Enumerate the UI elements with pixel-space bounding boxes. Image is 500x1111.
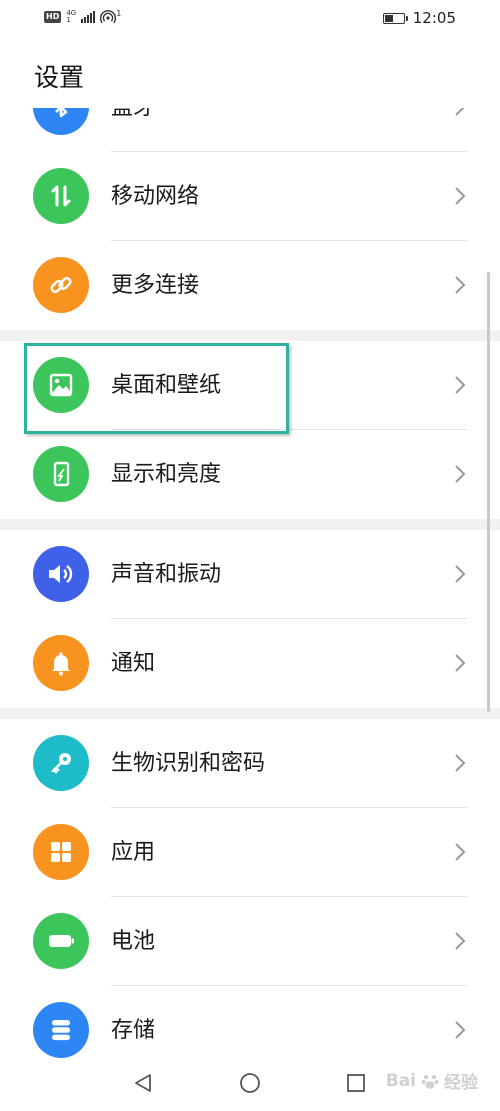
clock: 12:05 — [412, 9, 456, 27]
settings-item-battery[interactable]: 电池 — [0, 897, 500, 986]
group-separator — [0, 330, 500, 341]
bluetooth-icon — [33, 108, 89, 135]
apps-grid-icon — [33, 824, 89, 880]
storage-icon — [33, 1002, 89, 1058]
settings-list-viewport[interactable]: 蓝牙 移动网络 更多连接 桌面和壁纸 — [0, 108, 500, 1060]
network-type: 4G 1 — [66, 10, 76, 24]
speaker-icon — [33, 546, 89, 602]
settings-item-label: 电池 — [111, 929, 156, 954]
settings-item-storage[interactable]: 存储 — [0, 986, 500, 1060]
scrollbar[interactable] — [487, 272, 490, 712]
signal-icon — [81, 11, 96, 23]
settings-item-apps[interactable]: 应用 — [0, 808, 500, 897]
home-icon[interactable] — [239, 1072, 261, 1094]
battery-icon — [33, 913, 89, 969]
hd-badge: HD — [44, 11, 62, 23]
mobile-data-icon — [33, 168, 89, 224]
settings-item-bluetooth[interactable]: 蓝牙 — [0, 108, 500, 152]
group-separator — [0, 519, 500, 530]
page-title: 设置 — [34, 63, 85, 92]
image-icon — [33, 357, 89, 413]
settings-item-more-connections[interactable]: 更多连接 — [0, 241, 500, 330]
settings-item-display-brightness[interactable]: 显示和亮度 — [0, 430, 500, 519]
chevron-right-icon — [455, 187, 466, 205]
chevron-right-icon — [455, 465, 466, 483]
chevron-right-icon — [455, 108, 465, 116]
chevron-right-icon — [455, 376, 466, 394]
chevron-right-icon — [455, 565, 466, 583]
back-icon[interactable] — [132, 1072, 154, 1094]
chevron-right-icon — [455, 843, 466, 861]
paw-icon — [421, 1074, 439, 1089]
chevron-right-icon — [455, 754, 466, 772]
chevron-right-icon — [455, 654, 466, 672]
status-right: 12:05 — [382, 9, 456, 27]
settings-item-label: 显示和亮度 — [111, 462, 222, 487]
watermark-suffix: 经验 — [444, 1073, 478, 1093]
recent-apps-icon[interactable] — [345, 1072, 367, 1094]
settings-item-mobile-network[interactable]: 移动网络 — [0, 152, 500, 241]
chevron-right-icon — [455, 276, 466, 294]
settings-item-biometrics-password[interactable]: 生物识别和密码 — [0, 719, 500, 808]
hotspot-icon: 1 — [100, 10, 121, 24]
settings-item-label: 应用 — [111, 840, 156, 865]
settings-item-label: 存储 — [111, 1018, 156, 1043]
watermark: Bai 经验 — [385, 1068, 478, 1094]
settings-item-sound-vibration[interactable]: 声音和振动 — [0, 530, 500, 619]
chevron-right-icon — [455, 1021, 466, 1039]
settings-item-label: 通知 — [111, 651, 156, 676]
chevron-right-icon — [455, 932, 466, 950]
battery-status-icon — [382, 12, 408, 24]
settings-item-desktop-wallpaper[interactable]: 桌面和壁纸 — [0, 341, 500, 430]
network-type-sub: 1 — [66, 16, 71, 24]
settings-item-label: 桌面和壁纸 — [111, 373, 222, 398]
link-icon — [33, 257, 89, 313]
bell-icon — [33, 635, 89, 691]
settings-item-notifications[interactable]: 通知 — [0, 619, 500, 708]
settings-list: 蓝牙 移动网络 更多连接 桌面和壁纸 — [0, 108, 500, 1060]
status-bar: HD 4G 1 1 12:05 — [0, 0, 500, 38]
phone-brightness-icon — [33, 446, 89, 502]
settings-item-label: 蓝牙 — [111, 108, 155, 152]
settings-item-label: 声音和振动 — [111, 562, 222, 587]
group-separator — [0, 708, 500, 719]
key-icon — [33, 735, 89, 791]
status-left: HD 4G 1 1 — [44, 10, 121, 24]
settings-item-label: 移动网络 — [111, 184, 200, 209]
hotspot-count: 1 — [116, 9, 122, 18]
settings-item-label: 更多连接 — [111, 273, 200, 298]
settings-item-label: 生物识别和密码 — [111, 751, 266, 776]
watermark-text: Bai — [385, 1070, 416, 1091]
